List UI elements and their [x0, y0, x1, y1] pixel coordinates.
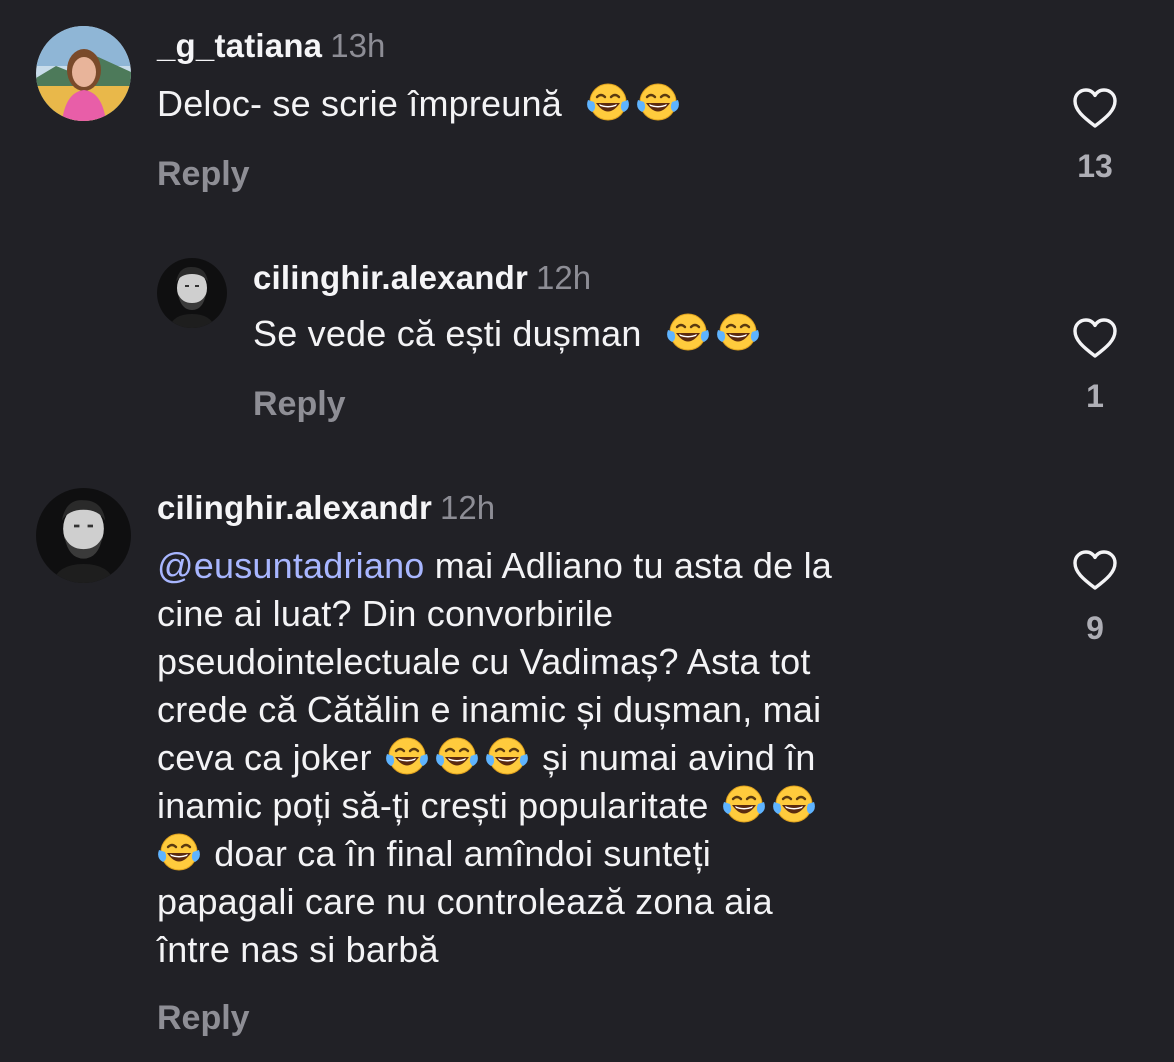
comment-line: între nas si barbă: [157, 929, 439, 970]
comment-line: inamic poți să-ți crești popularitate: [157, 782, 1037, 830]
like-button[interactable]: 1: [1065, 316, 1125, 414]
timestamp: 12h: [536, 259, 592, 296]
avatar[interactable]: [157, 258, 227, 328]
comment-line: pseudointelectuale cu Vadimaș? Asta tot: [157, 641, 811, 682]
comment-line-text: ceva ca joker: [157, 737, 372, 778]
face-with-tears-of-joy-icon: [772, 782, 816, 826]
comment-header: cilinghir.alexandr 12h: [157, 488, 495, 528]
face-with-tears-of-joy-icon: [636, 80, 680, 124]
like-button[interactable]: 13: [1065, 86, 1125, 184]
comment-header: cilinghir.alexandr 12h: [253, 258, 591, 298]
username[interactable]: cilinghir.alexandr: [253, 259, 528, 296]
mention-link[interactable]: @eusuntadriano: [157, 545, 425, 586]
comment-header: _g_tatiana 13h: [157, 26, 385, 66]
comment-body: Se vede că ești dușman: [253, 313, 642, 354]
reply-button[interactable]: Reply: [157, 154, 250, 194]
comment-line: ceva ca joker și numai avind în: [157, 734, 1037, 782]
heart-outline-icon: [1071, 86, 1119, 130]
comment-line: papagali care nu controlează zona aia: [157, 881, 773, 922]
comment-line: doar ca în final amîndoi sunteți: [157, 830, 1037, 878]
avatar[interactable]: [36, 26, 131, 121]
comment-line-text: și numai avind în: [542, 737, 816, 778]
like-count: 9: [1086, 610, 1104, 646]
face-with-tears-of-joy-icon: [435, 734, 479, 778]
comment-line: @eusuntadriano mai Adliano tu asta de la: [157, 542, 1037, 590]
timestamp: 13h: [330, 27, 386, 64]
like-count: 1: [1086, 378, 1104, 414]
comment-line: cine ai luat? Din convorbirile: [157, 593, 614, 634]
username[interactable]: _g_tatiana: [157, 27, 322, 64]
face-with-tears-of-joy-icon: [716, 310, 760, 354]
comment-item: _g_tatiana 13h Deloc- se scrie împreună R…: [0, 0, 1174, 230]
face-with-tears-of-joy-icon: [385, 734, 429, 778]
comment-text: Se vede că ești dușman: [253, 310, 763, 358]
comment-line: crede că Cătălin e inamic și dușman, mai: [157, 689, 822, 730]
face-with-tears-of-joy-icon: [722, 782, 766, 826]
reply-button[interactable]: Reply: [157, 998, 250, 1038]
comment-body: Deloc- se scrie împreună: [157, 83, 562, 124]
face-with-tears-of-joy-icon: [586, 80, 630, 124]
comment-line-text: mai Adliano tu asta de la: [434, 545, 832, 586]
heart-outline-icon: [1071, 316, 1119, 360]
face-with-tears-of-joy-icon: [157, 830, 201, 874]
like-button[interactable]: 9: [1065, 548, 1125, 646]
comment-line-text: doar ca în final amîndoi sunteți: [214, 833, 711, 874]
comment-item: cilinghir.alexandr 12h @eusuntadriano mai…: [0, 470, 1174, 1062]
heart-outline-icon: [1071, 548, 1119, 592]
reply-button[interactable]: Reply: [253, 384, 346, 424]
reply-comment-item: cilinghir.alexandr 12h Se vede că ești du…: [0, 230, 1174, 460]
timestamp: 12h: [440, 489, 496, 526]
username[interactable]: cilinghir.alexandr: [157, 489, 432, 526]
face-with-tears-of-joy-icon: [485, 734, 529, 778]
comment-text: @eusuntadriano mai Adliano tu asta de la…: [157, 542, 1037, 974]
avatar[interactable]: [36, 488, 131, 583]
like-count: 13: [1077, 148, 1113, 184]
comment-text: Deloc- se scrie împreună: [157, 80, 683, 128]
face-with-tears-of-joy-icon: [666, 310, 710, 354]
comment-line-text: inamic poți să-ți crești popularitate: [157, 785, 709, 826]
